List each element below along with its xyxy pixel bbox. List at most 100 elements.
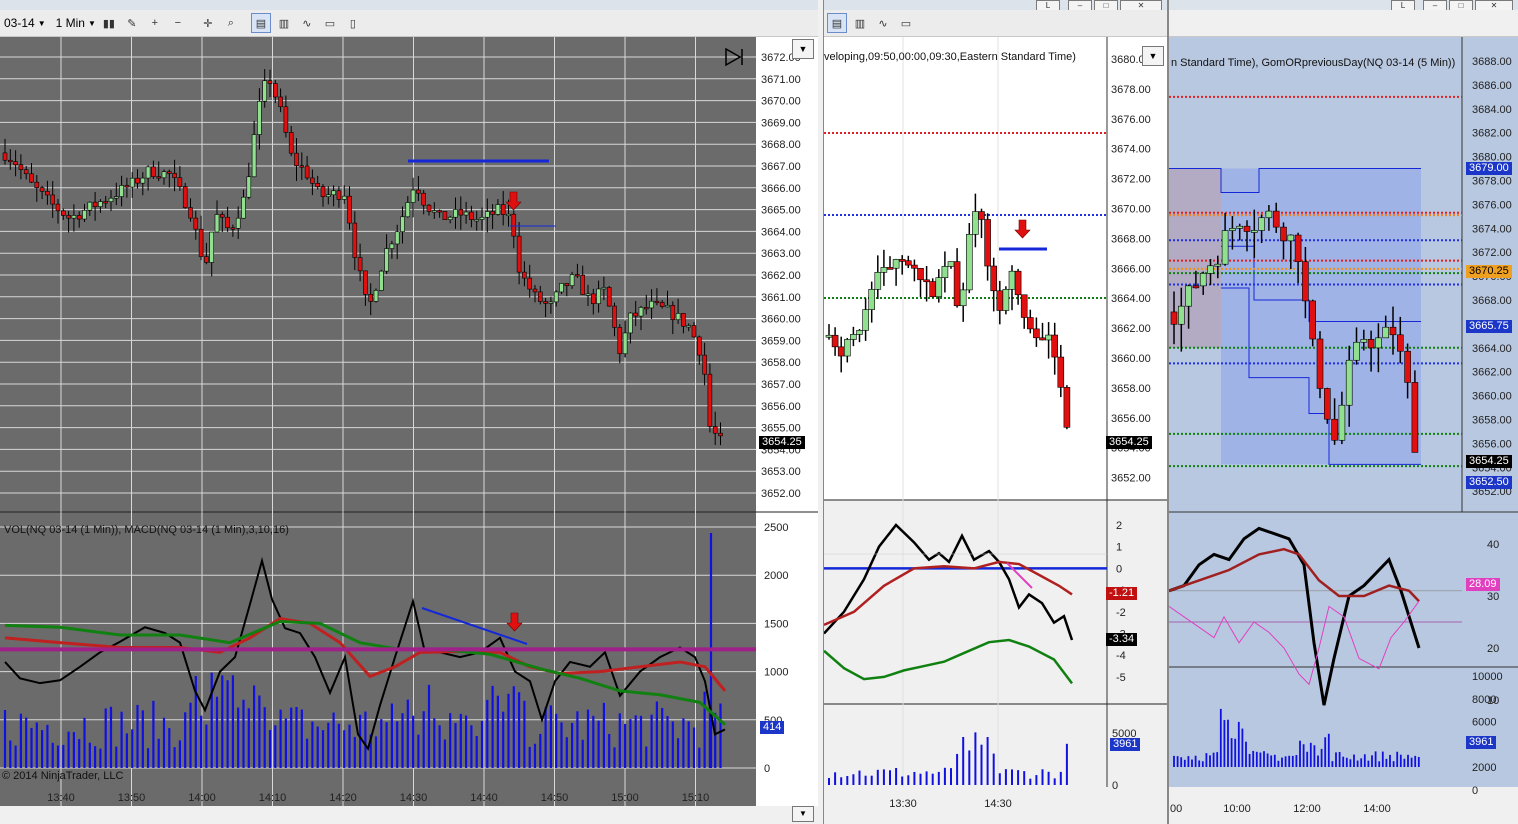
candle-body xyxy=(272,83,278,98)
candle-body xyxy=(675,313,681,321)
candle-body xyxy=(431,210,437,213)
crosshair-icon[interactable]: ✛ xyxy=(198,13,218,33)
candle-body xyxy=(209,231,214,263)
candle-body xyxy=(1309,300,1316,340)
candle-body xyxy=(712,426,718,434)
candle-body xyxy=(1170,311,1178,325)
signal-line xyxy=(824,560,1073,626)
candle-body xyxy=(23,169,29,175)
price-tick-label: 3664.00 xyxy=(1111,293,1151,305)
candle-body xyxy=(1353,341,1360,361)
data-box-icon[interactable]: ▤ xyxy=(827,13,847,33)
candle-body xyxy=(590,293,596,304)
chart-toolbar: ▤ ▥ ∿ ▭ xyxy=(824,10,1167,37)
candle-body xyxy=(1375,337,1382,349)
draw-pencil-icon[interactable]: ✎ xyxy=(122,13,142,33)
price-tick-label: 3653.00 xyxy=(761,466,801,478)
candle-body xyxy=(1367,339,1375,349)
candle-body xyxy=(310,177,315,184)
magnifier-icon[interactable]: ⌕ xyxy=(221,13,241,33)
candle-body xyxy=(564,283,570,286)
candle-body xyxy=(585,293,591,296)
window-titlebar[interactable]: L – □ ✕ xyxy=(1169,0,1518,12)
candle-body xyxy=(649,300,654,309)
price-chart-panel[interactable]: 3688.003686.003684.003682.003680.003678.… xyxy=(1169,37,1518,824)
candle-body xyxy=(659,302,665,307)
zoom-out-icon[interactable]: − xyxy=(168,13,188,33)
templates-icon[interactable]: ▯ xyxy=(343,13,363,33)
macd-value-tag: -3.34 xyxy=(1106,633,1138,646)
candle-body xyxy=(251,134,257,178)
candle-body xyxy=(156,176,161,179)
strategies-icon[interactable]: ∿ xyxy=(873,13,893,33)
candle-body xyxy=(905,260,912,266)
candle-body xyxy=(214,214,220,233)
scroll-down-icon[interactable]: ▼ xyxy=(792,806,814,822)
price-tick-label: 3688.00 xyxy=(1472,56,1512,68)
candle-body xyxy=(98,201,103,207)
candle-body xyxy=(124,185,130,188)
strategies-icon[interactable]: ∿ xyxy=(297,13,317,33)
candle-body xyxy=(628,312,633,334)
price-tick-label: 3666.00 xyxy=(1111,263,1151,275)
price-tick-label: 3662.00 xyxy=(761,270,801,282)
candle-body xyxy=(831,334,839,348)
chart-properties-icon[interactable]: ▭ xyxy=(896,13,916,33)
time-tick-label: 14:00 xyxy=(188,792,216,804)
window-titlebar[interactable]: L – □ ✕ xyxy=(824,0,1167,12)
indicators-icon[interactable]: ▥ xyxy=(850,13,870,33)
candle-body xyxy=(352,222,358,258)
chart-properties-icon[interactable]: ▭ xyxy=(320,13,340,33)
chart-window-2: L – □ ✕ ▤ ▥ ∿ ▭ 3680.00 3678.00 3676.00 367… xyxy=(823,0,1168,824)
candle-body xyxy=(691,325,697,338)
instrument-selector[interactable]: 03-14 ▼ xyxy=(4,16,46,30)
candle-body xyxy=(384,248,389,272)
oscillator-tag: 28.09 xyxy=(1466,578,1500,591)
candle-body xyxy=(490,211,495,215)
candle-body xyxy=(1382,326,1389,339)
time-tick-label: 13:50 xyxy=(118,792,146,804)
candle-body xyxy=(66,215,71,219)
chart-scroll-dropdown-button[interactable]: ▼ xyxy=(792,39,814,59)
candle-body xyxy=(1199,273,1207,287)
zoom-in-icon[interactable]: + xyxy=(145,13,165,33)
candle-body xyxy=(1051,334,1058,358)
candle-body xyxy=(29,173,34,183)
candle-body xyxy=(862,309,869,331)
candle-body xyxy=(643,307,649,310)
price-tick-label: 3660.00 xyxy=(761,314,801,326)
time-tick-label: 13:30 xyxy=(889,798,917,810)
price-tick-label: 3660.00 xyxy=(1472,391,1512,403)
candle-body xyxy=(140,177,146,184)
candle-body xyxy=(522,271,527,279)
candle-body xyxy=(71,215,77,219)
candle-body xyxy=(410,189,416,203)
candle-body xyxy=(941,266,949,278)
candle-body xyxy=(458,209,464,216)
candle-body xyxy=(235,217,241,229)
price-tick-label: 3656.00 xyxy=(1472,438,1512,450)
chart-scroll-dropdown-button[interactable]: ▼ xyxy=(1142,46,1164,66)
price-plot-area xyxy=(824,37,1107,500)
period-selector[interactable]: 1 Min ▼ xyxy=(56,16,96,30)
candle-body xyxy=(1229,228,1236,231)
candle-body xyxy=(18,164,24,170)
time-tick-label: 00 xyxy=(1170,803,1182,815)
candle-body xyxy=(8,159,13,163)
price-chart-panel[interactable]: 3672.003671.003670.003669.003668.003667.… xyxy=(0,37,818,824)
candle-body xyxy=(389,243,395,249)
price-chart-panel[interactable]: 3680.003678.003676.003674.003672.003670.… xyxy=(824,37,1167,824)
candle-body xyxy=(511,213,517,237)
candle-body xyxy=(373,290,379,302)
window-titlebar[interactable] xyxy=(0,0,818,10)
candle-body xyxy=(850,334,857,340)
volume-tick-label: 0 xyxy=(1112,780,1118,792)
bar-type-icon[interactable]: ▮▮ xyxy=(99,13,119,33)
candle-body xyxy=(1294,234,1302,262)
volume-tick-label: 10000 xyxy=(1472,671,1503,683)
price-tick-label: 3682.00 xyxy=(1472,128,1512,140)
chevron-down-icon: ▼ xyxy=(37,18,46,28)
data-box-icon[interactable]: ▤ xyxy=(250,13,271,33)
price-tick-label: 3662.00 xyxy=(1111,323,1151,335)
indicators-icon[interactable]: ▥ xyxy=(274,13,294,33)
